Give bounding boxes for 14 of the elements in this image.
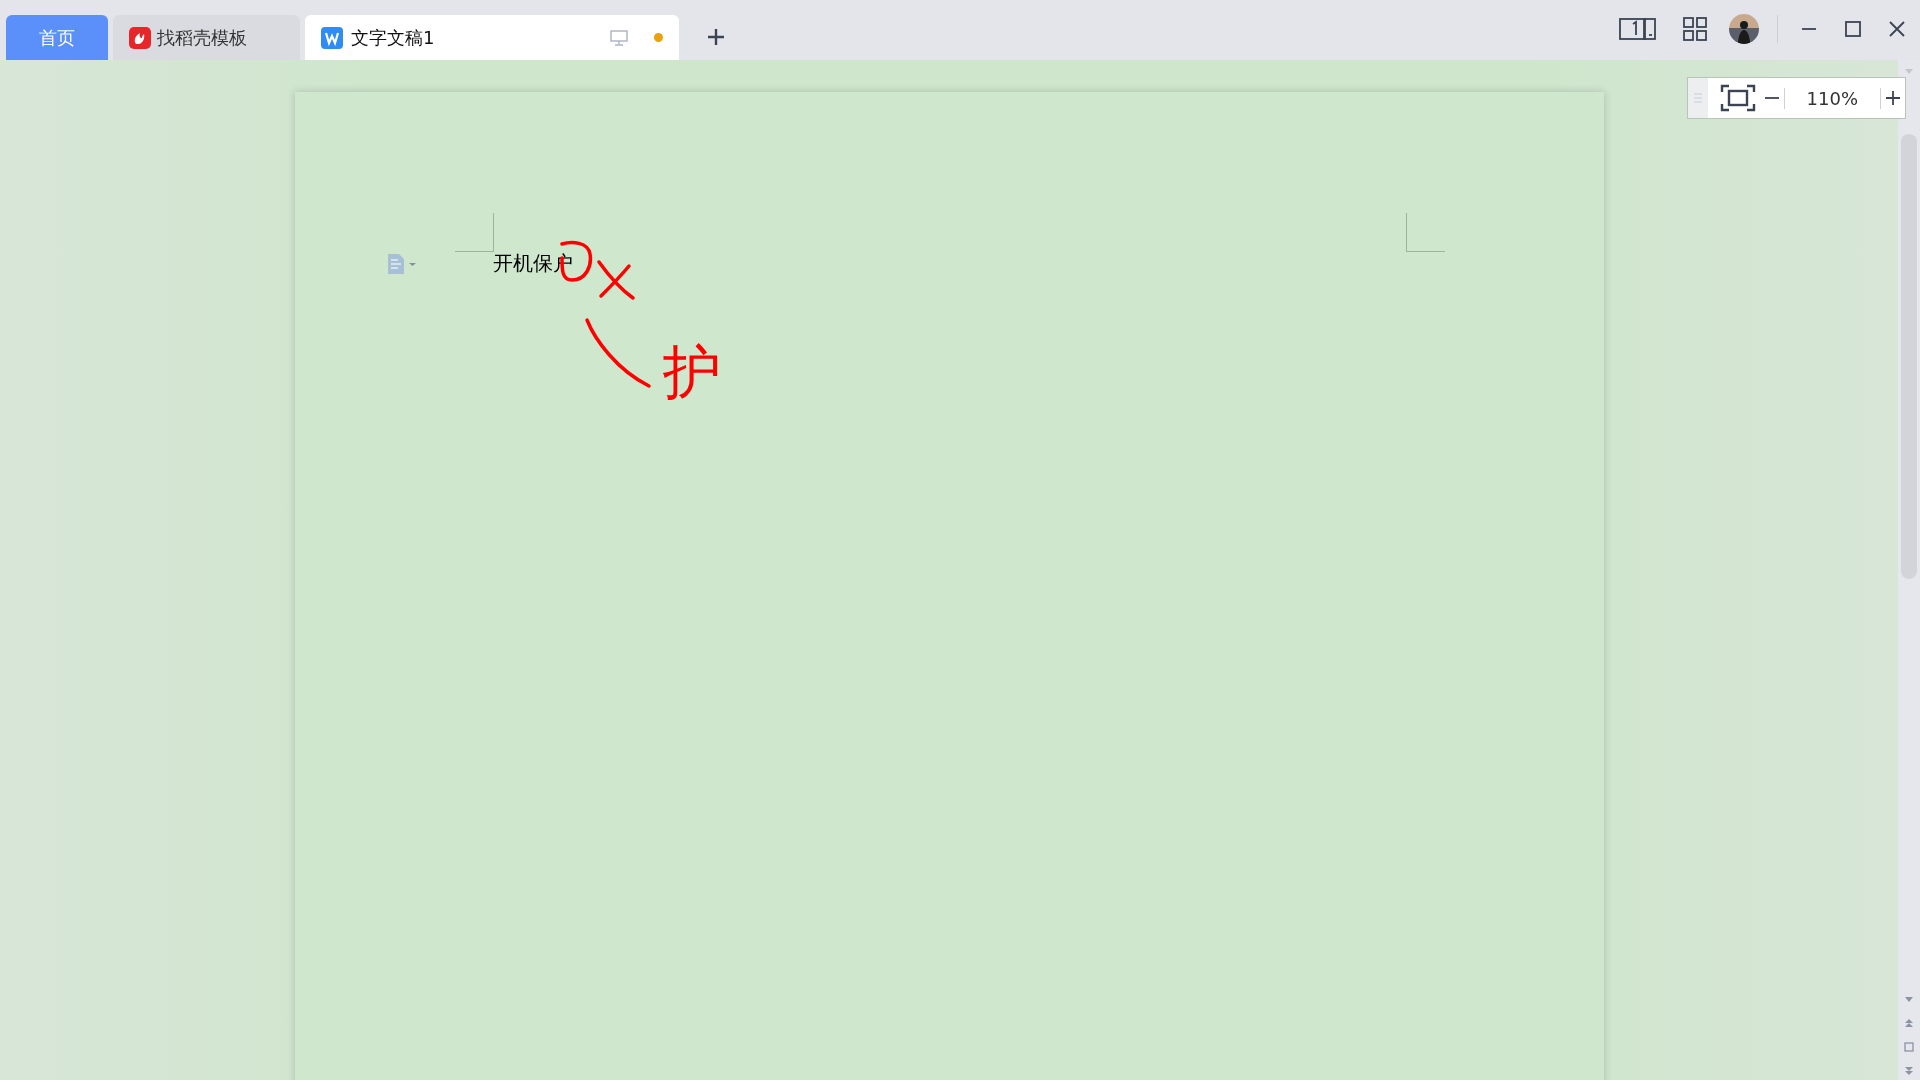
- scrollbar[interactable]: [1898, 60, 1920, 1080]
- tab[interactable]: 文字文稿1: [305, 15, 679, 60]
- zoom-level: 110%: [1783, 87, 1881, 109]
- cross-mark-drawing: [594, 258, 637, 302]
- w-logo-icon: [321, 26, 343, 49]
- new-tab-plus-icon[interactable]: [706, 27, 726, 47]
- flame-logo-icon: [129, 26, 151, 49]
- drag-handle[interactable]: [1687, 78, 1708, 118]
- avatar[interactable]: [1729, 14, 1759, 44]
- margin-corner-mark: [454, 213, 494, 252]
- handwritten-correction: 护: [662, 337, 721, 408]
- margin-corner-mark: [1405, 213, 1445, 252]
- tab[interactable]: 找稻壳模板: [113, 15, 300, 60]
- monitor-icon: [610, 29, 628, 46]
